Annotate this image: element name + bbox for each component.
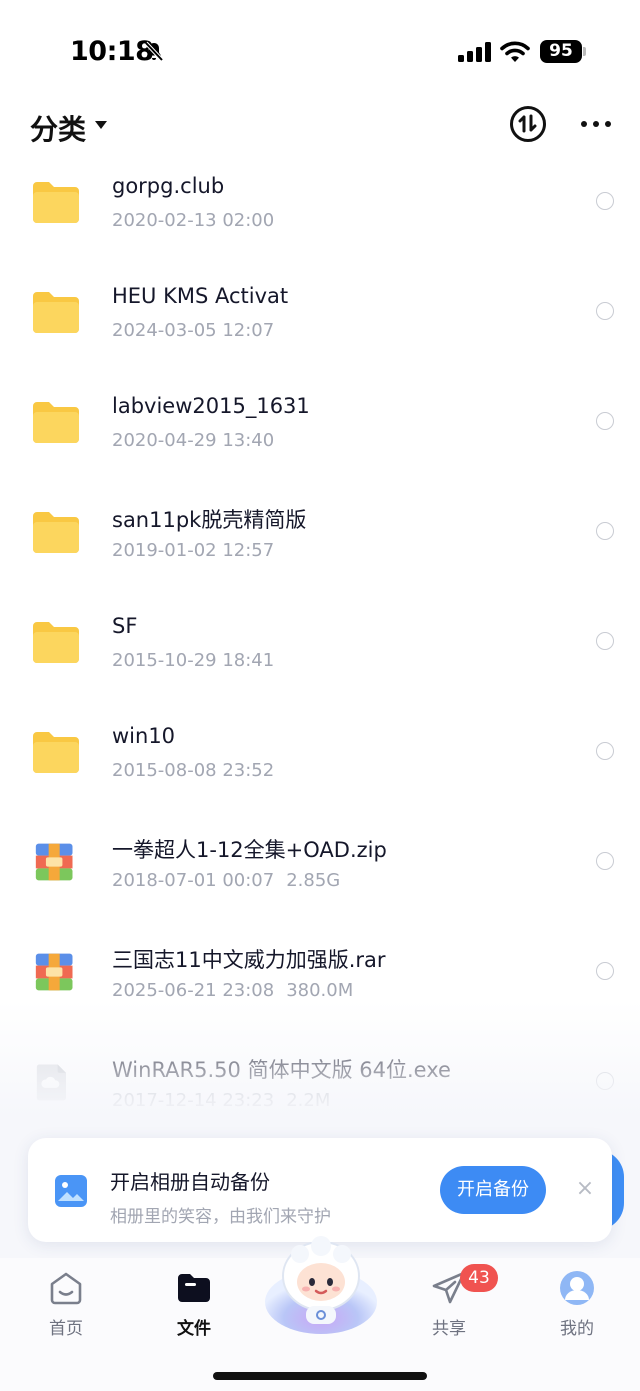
file-date: 2018-07-01 00:07 [112,870,275,891]
status-time: 10:18 [70,36,154,67]
enable-backup-button[interactable]: 开启备份 [440,1166,546,1214]
file-name: labview2015_1631 [112,394,310,418]
wifi-icon [500,41,530,62]
transfer-button[interactable] [510,106,546,142]
file-size: 2.85G [286,870,341,891]
folder-icon [33,402,79,443]
file-date: 2015-10-29 18:41 [112,650,275,671]
tab-label: 文件 [177,1319,211,1339]
photo-backup-banner: 开启相册自动备份 相册里的笑容，由我们来守护 开启备份 × [28,1138,612,1242]
photo-album-icon [55,1175,87,1207]
close-icon[interactable]: × [574,1178,596,1200]
file-name: HEU KMS Activat [112,284,289,308]
file-size: 2.2M [286,1090,331,1111]
more-dot-icon [605,121,611,127]
file-row[interactable]: win10 2015-08-08 23:52 [0,710,640,820]
cellular-signal-icon [458,42,491,62]
file-row[interactable]: san11pk脱壳精简版 2019-01-02 12:57 [0,490,640,600]
archive-icon [35,953,73,991]
file-name: 一拳超人1-12全集+OAD.zip [112,838,387,862]
folder-icon [33,182,79,223]
battery-level: 95 [540,40,582,63]
file-date: 2020-04-29 13:40 [112,430,275,451]
tab-label: 首页 [49,1319,83,1339]
file-size: 380.0M [286,980,354,1001]
file-meta: 2015-08-08 23:52 [112,760,274,781]
file-row[interactable]: 三国志11中文威力加强版.rar 2025-06-21 23:08 380.0M [0,930,640,1040]
file-meta: 2019-01-02 12:57 [112,540,274,561]
file-date: 2020-02-13 02:00 [112,210,275,231]
tab-label: 我的 [560,1319,594,1339]
file-row[interactable]: WinRAR5.50 简体中文版 64位.exe 2017-12-14 23:2… [0,1040,640,1150]
select-radio[interactable] [596,302,614,320]
file-meta: 2020-04-29 13:40 [112,430,274,451]
share-badge: 43 [460,1264,498,1292]
mascot-center-button-icon[interactable] [262,1236,380,1336]
tab-label: 共享 [432,1319,466,1339]
tab-files[interactable]: 文件 [149,1270,239,1350]
file-meta: 2015-10-29 18:41 [112,650,274,671]
file-row[interactable]: labview2015_1631 2020-04-29 13:40 [0,380,640,490]
file-name: win10 [112,724,176,748]
file-meta: 2018-07-01 00:07 2.85G [112,870,340,891]
select-radio[interactable] [596,742,614,760]
select-radio[interactable] [596,962,614,980]
file-date: 2019-01-02 12:57 [112,540,275,561]
select-radio[interactable] [596,632,614,650]
file-date: 2015-08-08 23:52 [112,760,275,781]
file-date: 2025-06-21 23:08 [112,980,275,1001]
home-indicator [213,1372,427,1380]
unknown-file-icon [36,1064,66,1101]
file-row[interactable]: gorpg.club 2020-02-13 02:00 [0,160,640,270]
category-dropdown[interactable]: 分类 [30,108,86,148]
file-meta: 2024-03-05 12:07 [112,320,274,341]
file-meta: 2020-02-13 02:00 [112,210,274,231]
file-date: 2017-12-14 23:23 [112,1090,275,1111]
status-bar: 10:18 95 [0,0,640,100]
folder-icon [33,292,79,333]
tab-home[interactable]: 首页 [21,1270,111,1350]
bell-off-icon [144,41,164,62]
file-name: gorpg.club [112,174,225,198]
battery-tip [583,47,586,56]
more-menu-button[interactable] [578,112,614,136]
top-bar: 分类 [0,100,640,160]
folder-icon [33,622,79,663]
more-dot-icon [581,121,587,127]
transfer-arrows-icon [518,114,537,133]
tab-profile[interactable]: 我的 [532,1270,622,1350]
file-meta: 2025-06-21 23:08 380.0M [112,980,353,1001]
file-name: 三国志11中文威力加强版.rar [112,948,386,972]
folder-icon [178,1274,210,1302]
file-name: san11pk脱壳精简版 [112,508,307,532]
caret-down-icon[interactable] [95,121,107,129]
file-meta: 2017-12-14 23:23 2.2M [112,1090,330,1111]
backup-title: 开启相册自动备份 [110,1170,270,1194]
file-row[interactable]: SF 2015-10-29 18:41 [0,600,640,710]
select-radio[interactable] [596,1072,614,1090]
folder-icon [33,732,79,773]
backup-subtitle: 相册里的笑容，由我们来守护 [110,1207,331,1227]
archive-icon [35,843,73,881]
file-list: gorpg.club 2020-02-13 02:00 HEU KMS Acti… [0,160,640,1150]
home-icon [50,1272,82,1305]
file-name: SF [112,614,138,638]
select-radio[interactable] [596,412,614,430]
file-row[interactable]: 一拳超人1-12全集+OAD.zip 2018-07-01 00:07 2.85G [0,820,640,930]
select-radio[interactable] [596,192,614,210]
folder-icon [33,512,79,553]
select-radio[interactable] [596,852,614,870]
file-row[interactable]: HEU KMS Activat 2024-03-05 12:07 [0,270,640,380]
file-name: WinRAR5.50 简体中文版 64位.exe [112,1058,451,1082]
avatar-icon [560,1271,594,1305]
more-dot-icon [593,121,599,127]
file-date: 2024-03-05 12:07 [112,320,275,341]
select-radio[interactable] [596,522,614,540]
